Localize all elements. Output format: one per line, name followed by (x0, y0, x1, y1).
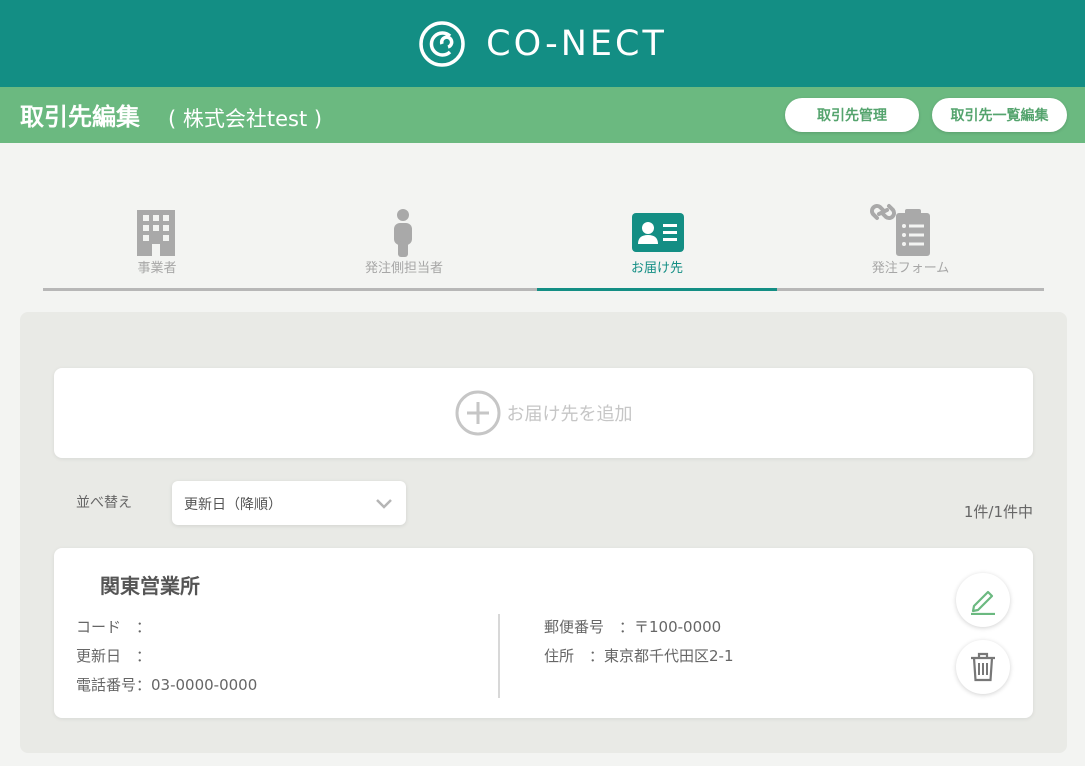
client-management-button[interactable]: 取引先管理 (785, 98, 919, 132)
destination-updated: 更新日 ： (76, 647, 152, 665)
destination-panel: お届け先を追加 並べ替え 更新日（降順） 1件/1件中 関東営業所 コード ： … (20, 312, 1067, 753)
brand-name: CO-NECT (486, 23, 667, 64)
add-destination-label: お届け先を追加 (506, 404, 633, 425)
destination-code: コード ： (76, 618, 152, 636)
add-destination-button[interactable]: お届け先を追加 (54, 368, 1033, 458)
tab-business[interactable]: 事業者 (43, 200, 271, 291)
sort-select[interactable]: 更新日（降順） (172, 481, 406, 525)
id-card-icon (632, 213, 684, 252)
plus-circle-icon (455, 390, 500, 436)
pencil-icon (971, 590, 995, 615)
page-title: 取引先編集 (20, 103, 140, 131)
page-subtitle: ( 株式会社test ) (168, 107, 323, 131)
tab-orderer-contact[interactable]: 発注側担当者 (271, 200, 537, 291)
person-icon (394, 209, 412, 257)
tab-label: お届け先 (630, 261, 683, 276)
destination-address: 住所 ：東京都千代田区2-1 (544, 647, 734, 665)
tab-delivery-destination[interactable]: お届け先 (537, 200, 777, 291)
tab-label: 発注フォーム (871, 261, 950, 276)
tab-label: 発注側担当者 (364, 261, 443, 276)
destination-card: 関東営業所 コード ： 更新日 ： 電話番号：03-0000-0000 郵便番号… (54, 548, 1033, 718)
brand-logo[interactable]: CO-NECT (418, 20, 667, 68)
card-divider (498, 614, 500, 698)
edit-destination-button[interactable] (956, 573, 1010, 627)
client-list-edit-button[interactable]: 取引先一覧編集 (932, 98, 1067, 132)
page-header: 取引先編集 ( 株式会社test ) 取引先管理 取引先一覧編集 (0, 87, 1085, 143)
tab-bar: 事業者 発注側担当者 お届け先 発注フォーム (43, 200, 1044, 291)
result-count: 1件/1件中 (963, 503, 1033, 521)
conect-logo-icon (419, 20, 465, 67)
destination-phone: 電話番号：03-0000-0000 (76, 676, 258, 694)
destination-postal-code: 郵便番号 ：〒100-0000 (544, 618, 722, 636)
chevron-down-icon (376, 499, 392, 509)
delete-destination-button[interactable] (956, 640, 1010, 694)
tab-order-form[interactable]: 発注フォーム (777, 200, 1044, 291)
top-bar: CO-NECT (0, 0, 1085, 87)
trash-icon (971, 652, 995, 682)
sort-selected-value: 更新日（降順） (184, 497, 282, 513)
linked-clipboard-icon (870, 204, 930, 256)
building-icon (137, 210, 175, 256)
tab-label: 事業者 (137, 261, 177, 276)
sort-label: 並べ替え (76, 495, 132, 511)
destination-name: 関東営業所 (100, 574, 200, 598)
